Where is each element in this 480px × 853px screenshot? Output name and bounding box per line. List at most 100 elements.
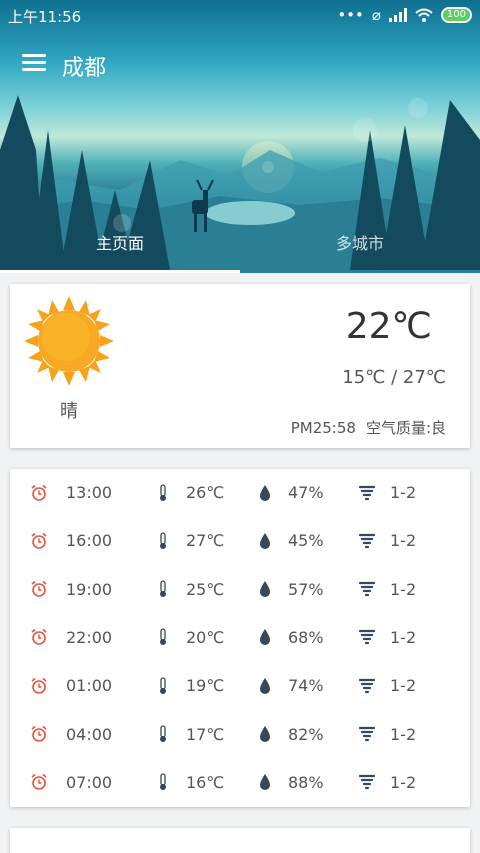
forecast-humidity-text: 57% <box>288 579 324 599</box>
signal-icon <box>388 8 407 22</box>
forecast-humidity: 45% <box>256 531 324 550</box>
thermometer-icon <box>160 483 166 501</box>
sunny-icon <box>24 296 114 386</box>
forecast-temp: 17℃ <box>154 725 224 744</box>
current-weather-card: 晴 22℃ 15℃ / 27℃ PM25:58 空气质量:良 <box>10 284 470 448</box>
forecast-humidity: 47% <box>256 483 324 502</box>
forecast-time-text: 16:00 <box>66 531 113 551</box>
battery-indicator: 100 <box>440 7 472 23</box>
thermometer-icon <box>160 725 166 742</box>
forecast-wind-text: 1-2 <box>390 531 417 551</box>
forecast-wind: 1-2 <box>358 483 416 502</box>
tab-home[interactable]: 主页面 <box>0 230 240 254</box>
alarm-clock-icon <box>31 484 47 501</box>
current-temperature: 22℃ <box>345 306 432 347</box>
forecast-temp: 20℃ <box>154 628 224 647</box>
forecast-wind-text: 1-2 <box>390 483 417 502</box>
tornado-icon <box>358 533 376 548</box>
forecast-time: 19:00 <box>30 580 112 599</box>
forecast-row: 04:00 17℃ 82% 1-2 <box>10 711 470 759</box>
forecast-temp: 19℃ <box>154 676 224 695</box>
city-title: 成都 <box>62 56 107 81</box>
forecast-wind: 1-2 <box>358 676 416 695</box>
forecast-humidity-text: 45% <box>288 531 324 551</box>
forecast-wind-text: 1-2 <box>390 772 417 792</box>
forecast-time: 22:00 <box>30 628 112 647</box>
forecast-temp-text: 25℃ <box>186 579 225 599</box>
forecast-temp: 27℃ <box>154 531 224 550</box>
water-drop-icon <box>260 629 270 646</box>
status-time: 上午11:56 <box>8 8 82 26</box>
thermometer-icon <box>160 773 166 791</box>
forecast-humidity: 68% <box>256 628 324 647</box>
thermometer-icon <box>160 628 166 646</box>
dots-icon: ••• <box>337 6 364 24</box>
status-bar: 上午11:56 ••• ⌀ 100 <box>0 0 480 30</box>
forecast-wind: 1-2 <box>358 725 416 744</box>
forecast-row: 07:00 16℃ 88% 1-2 <box>10 759 470 807</box>
forecast-humidity: 88% <box>256 773 324 792</box>
water-drop-icon <box>260 774 270 791</box>
forecast-humidity-text: 74% <box>288 676 324 696</box>
forecast-time: 01:00 <box>30 676 112 695</box>
tornado-icon <box>358 775 376 790</box>
forecast-temp-text: 17℃ <box>186 724 225 744</box>
air-quality: PM25:58 空气质量:良 <box>291 417 446 438</box>
forecast-wind: 1-2 <box>358 628 416 647</box>
forecast-wind-text: 1-2 <box>390 676 417 696</box>
mute-icon: ⌀ <box>371 6 381 24</box>
tab-multi-city[interactable]: 多城市 <box>240 230 480 254</box>
water-drop-icon <box>260 581 270 598</box>
forecast-humidity-text: 88% <box>288 772 324 792</box>
tornado-icon <box>358 630 376 645</box>
tab-indicator <box>0 270 240 273</box>
status-icons: ••• ⌀ 100 <box>337 6 472 24</box>
forecast-time-text: 04:00 <box>66 724 113 744</box>
thermometer-icon <box>160 677 166 694</box>
hourly-forecast-card: 13:00 26℃ 47% 1-2 16:00 27℃ 45% 1-2 19:00 25℃ 57% 1… <box>10 469 470 807</box>
forecast-humidity-text: 82% <box>288 724 324 744</box>
pm25-value: PM25:58 <box>290 419 356 437</box>
forecast-time: 04:00 <box>30 725 112 744</box>
forecast-temp-text: 16℃ <box>186 772 225 792</box>
menu-button[interactable] <box>22 52 46 72</box>
forecast-temp: 25℃ <box>154 580 224 599</box>
forecast-wind: 1-2 <box>358 531 416 550</box>
forecast-humidity: 82% <box>256 725 324 744</box>
forecast-row: 13:00 26℃ 47% 1-2 <box>10 469 470 517</box>
forecast-time: 13:00 <box>30 483 112 502</box>
alarm-clock-icon <box>31 774 47 791</box>
forecast-row: 01:00 19℃ 74% 1-2 <box>10 662 470 710</box>
thermometer-icon <box>160 532 166 549</box>
water-drop-icon <box>260 726 270 742</box>
alarm-clock-icon <box>31 725 47 742</box>
alarm-clock-icon <box>31 629 47 646</box>
forecast-humidity-text: 68% <box>288 627 324 647</box>
forecast-wind-text: 1-2 <box>390 579 417 599</box>
forecast-wind: 1-2 <box>358 580 416 599</box>
header-banner: 上午11:56 ••• ⌀ 100 成都 主页面 多城市 <box>0 0 480 273</box>
forecast-time-text: 07:00 <box>66 772 113 792</box>
menu-icon <box>22 54 46 57</box>
forecast-time: 07:00 <box>30 773 112 792</box>
air-quality-label: 空气质量:良 <box>365 419 446 437</box>
alarm-clock-icon <box>31 532 47 549</box>
forecast-temp-text: 19℃ <box>186 676 225 696</box>
tornado-icon <box>358 581 376 597</box>
forecast-time-text: 01:00 <box>66 676 113 696</box>
forecast-humidity: 74% <box>256 676 324 695</box>
next-card <box>10 828 470 853</box>
forecast-temp: 16℃ <box>154 773 224 792</box>
water-drop-icon <box>260 532 270 549</box>
forecast-wind: 1-2 <box>358 773 416 792</box>
app-bar: 成都 <box>0 40 480 88</box>
alarm-clock-icon <box>31 580 47 597</box>
forecast-temp-text: 27℃ <box>186 531 225 551</box>
forecast-time-text: 13:00 <box>66 483 113 502</box>
forecast-temp: 26℃ <box>154 483 224 502</box>
forecast-temp-text: 26℃ <box>186 483 225 502</box>
alarm-clock-icon <box>31 677 47 694</box>
forecast-row: 19:00 25℃ 57% 1-2 <box>10 566 470 614</box>
forecast-time-text: 22:00 <box>66 627 113 647</box>
temperature-range: 15℃ / 27℃ <box>342 367 446 388</box>
